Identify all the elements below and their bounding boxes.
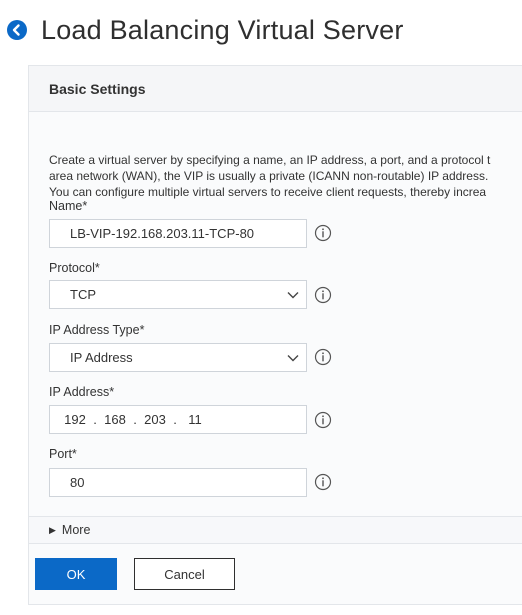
- ip-separator: .: [133, 412, 137, 427]
- cancel-button[interactable]: Cancel: [134, 558, 235, 590]
- name-label: Name*: [49, 199, 88, 213]
- chevron-down-icon: [286, 288, 300, 302]
- port-input[interactable]: 80: [49, 468, 307, 497]
- info-icon[interactable]: [314, 224, 332, 242]
- name-input-value: LB-VIP-192.168.203.11-TCP-80: [70, 226, 255, 241]
- ip-separator: .: [93, 412, 97, 427]
- ip-address-input[interactable]: 192 . 168 . 203 . 11: [49, 405, 307, 434]
- basic-settings-panel: Basic Settings Create a virtual server b…: [28, 65, 522, 605]
- ip-address-label: IP Address*: [49, 385, 115, 399]
- name-input[interactable]: LB-VIP-192.168.203.11-TCP-80: [49, 219, 307, 248]
- panel-description: Create a virtual server by specifying a …: [49, 152, 490, 200]
- page-header: Load Balancing Virtual Server: [6, 10, 404, 50]
- info-icon[interactable]: [314, 473, 332, 491]
- ip-address-type-select[interactable]: IP Address: [49, 343, 307, 372]
- port-input-value: 80: [70, 475, 85, 490]
- page-title: Load Balancing Virtual Server: [41, 14, 404, 45]
- info-icon[interactable]: [314, 286, 332, 304]
- ip-address-type-label: IP Address Type*: [49, 323, 145, 337]
- chevron-down-icon: [286, 351, 300, 365]
- ok-button[interactable]: OK: [35, 558, 117, 590]
- info-icon[interactable]: [314, 348, 332, 366]
- protocol-select-value: TCP: [70, 287, 96, 302]
- ip-octet-input[interactable]: 192: [62, 412, 88, 427]
- description-line: Create a virtual server by specifying a …: [49, 153, 491, 167]
- description-line: area network (WAN), the VIP is usually a…: [49, 169, 489, 183]
- protocol-label: Protocol*: [49, 261, 100, 275]
- info-icon[interactable]: [314, 411, 332, 429]
- back-arrow-icon[interactable]: [6, 19, 28, 41]
- panel-title: Basic Settings: [29, 66, 522, 112]
- description-line: You can configure multiple virtual serve…: [49, 185, 487, 199]
- more-toggle[interactable]: ▶ More: [29, 516, 522, 544]
- ip-separator: .: [173, 412, 177, 427]
- protocol-select[interactable]: TCP: [49, 280, 307, 309]
- more-label: More: [61, 523, 91, 537]
- triangle-right-icon: ▶: [49, 524, 56, 535]
- ip-address-type-value: IP Address: [70, 350, 133, 365]
- ip-octet-input[interactable]: 11: [182, 412, 208, 427]
- ip-octet-input[interactable]: 203: [142, 412, 168, 427]
- ip-octet-input[interactable]: 168: [102, 412, 128, 427]
- port-label: Port*: [49, 447, 77, 461]
